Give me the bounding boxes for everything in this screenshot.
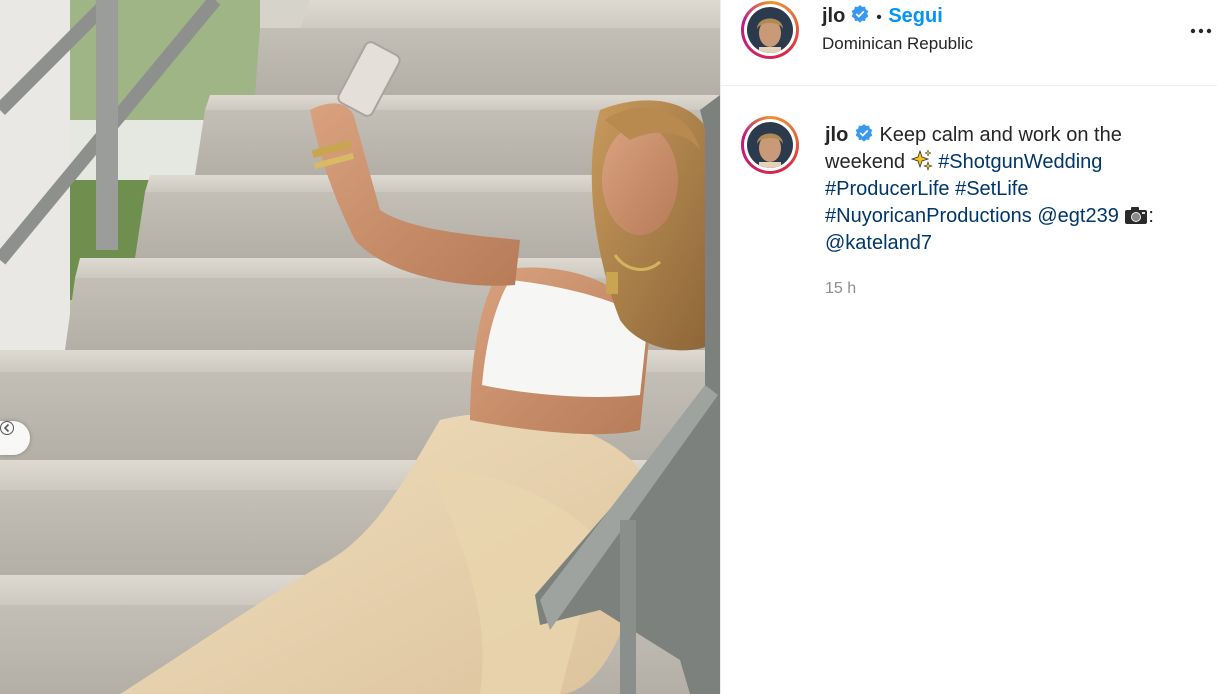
- profile-picture: [747, 7, 793, 53]
- caption-username[interactable]: jlo: [825, 124, 848, 146]
- post-caption: jlo Keep calm and work on the weekend #S…: [825, 122, 1205, 257]
- verified-badge-icon: [851, 5, 869, 23]
- post-photo[interactable]: [0, 0, 720, 694]
- hashtag-link[interactable]: #ProducerLife: [825, 178, 950, 200]
- mention-link[interactable]: @kateland7: [825, 232, 932, 254]
- sparkles-icon: [910, 149, 933, 171]
- separator-dot: •: [876, 9, 882, 26]
- caption-avatar[interactable]: [741, 116, 799, 174]
- photo-illustration: [0, 0, 720, 694]
- verified-badge-icon: [855, 124, 873, 142]
- hashtag-link[interactable]: #ShotgunWedding: [938, 151, 1102, 173]
- hashtag-link[interactable]: #NuyoricanProductions: [825, 205, 1032, 227]
- follow-button[interactable]: Segui: [888, 5, 942, 27]
- more-options-button[interactable]: [1189, 20, 1213, 40]
- more-options-icon: [1190, 28, 1212, 34]
- post-timestamp[interactable]: 15 h: [825, 280, 856, 298]
- hashtag-link[interactable]: #SetLife: [955, 178, 1028, 200]
- mention-link[interactable]: @egt239: [1037, 205, 1118, 227]
- location-link[interactable]: Dominican Republic: [822, 34, 973, 54]
- profile-picture: [747, 122, 793, 168]
- username-link[interactable]: jlo: [822, 5, 845, 27]
- caption-colon: :: [1148, 205, 1154, 227]
- camera-icon: [1125, 207, 1148, 224]
- post-side-panel: jlo • Segui Dominican Republic jlo Keep …: [720, 0, 1217, 694]
- avatar[interactable]: [741, 1, 799, 59]
- chevron-left-icon: [0, 421, 14, 435]
- post-header: jlo • Segui Dominican Republic: [721, 0, 1217, 86]
